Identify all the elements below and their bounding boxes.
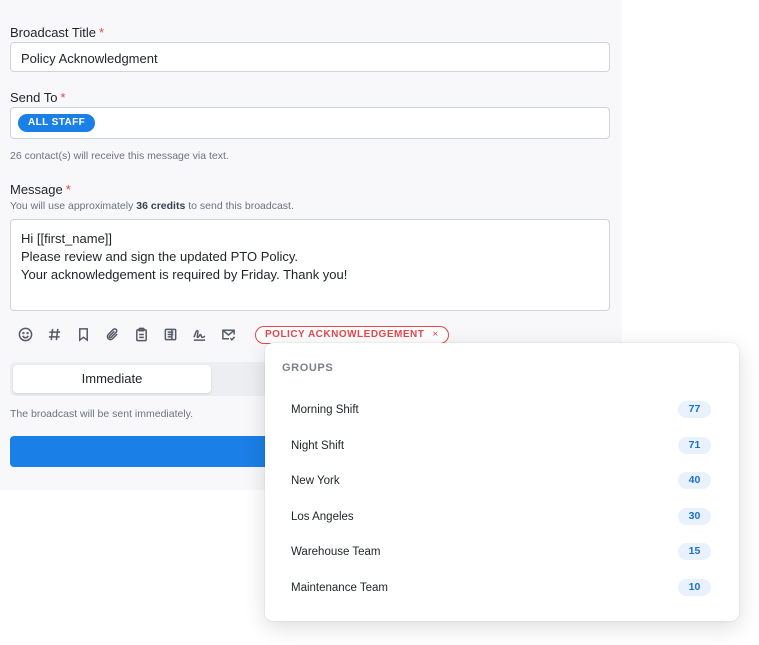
group-name: Morning Shift — [291, 404, 359, 416]
groups-header: GROUPS — [282, 362, 334, 374]
broadcast-title-input[interactable]: Policy Acknowledgment — [10, 42, 610, 72]
emoji-icon[interactable] — [16, 325, 34, 343]
group-item[interactable]: Los Angeles 30 — [265, 500, 739, 535]
message-line: Your acknowledgement is required by Frid… — [21, 267, 348, 282]
group-name: Los Angeles — [291, 511, 354, 523]
clipboard-icon[interactable] — [132, 325, 150, 343]
tag-label: POLICY ACKNOWLEDGEMENT — [265, 329, 425, 340]
group-item[interactable]: Morning Shift 77 — [265, 393, 739, 428]
title-label: Broadcast Title * — [10, 25, 105, 40]
groups-dropdown: GROUPS Morning Shift 77 Night Shift 71 N… — [265, 343, 739, 621]
group-name: Night Shift — [291, 440, 345, 452]
hash-icon[interactable] — [45, 325, 63, 343]
group-count-badge: 15 — [678, 543, 711, 560]
all-staff-chip[interactable]: ALL STAFF — [18, 114, 96, 132]
attachment-icon[interactable] — [103, 325, 121, 343]
schedule-hint: The broadcast will be sent immediately. — [10, 408, 194, 420]
required-mark: * — [65, 182, 71, 197]
signature-icon[interactable] — [190, 325, 208, 343]
credits-value: 36 credits — [136, 200, 186, 212]
group-count-badge: 77 — [678, 401, 711, 418]
send-to-label: Send To * — [10, 90, 66, 105]
group-name: Warehouse Team — [291, 546, 381, 558]
required-mark: * — [99, 25, 105, 40]
message-label: Message * — [10, 182, 71, 197]
group-item[interactable]: New York 40 — [265, 464, 739, 499]
remove-tag-icon[interactable]: × — [432, 329, 438, 340]
bookmark-icon[interactable] — [74, 325, 92, 343]
policy-acknowledgement-tag[interactable]: POLICY ACKNOWLEDGEMENT × — [255, 326, 449, 344]
mail-check-icon[interactable] — [219, 325, 237, 343]
group-item[interactable]: Warehouse Team 15 — [265, 535, 739, 570]
send-to-field[interactable]: ALL STAFF — [10, 107, 610, 139]
group-name: Maintenance Team — [291, 582, 388, 594]
title-value: Policy Acknowledgment — [21, 51, 158, 66]
recipients-hint: 26 contact(s) will receive this message … — [10, 150, 229, 162]
message-line: Hi [[first_name]] — [21, 231, 113, 246]
message-line: Please review and sign the updated PTO P… — [21, 249, 299, 264]
group-count-badge: 30 — [678, 508, 711, 525]
group-count-badge: 10 — [678, 579, 711, 596]
group-item[interactable]: Night Shift 71 — [265, 429, 739, 464]
group-name: New York — [291, 475, 340, 487]
group-item[interactable]: Maintenance Team 10 — [265, 571, 739, 606]
immediate-option[interactable]: Immediate — [13, 365, 211, 393]
group-count-badge: 71 — [678, 437, 711, 454]
group-count-badge: 40 — [678, 472, 711, 489]
form-icon[interactable] — [161, 325, 179, 343]
required-mark: * — [60, 90, 66, 105]
credits-hint: You will use approximately 36 credits to… — [10, 200, 294, 212]
message-textarea[interactable]: Hi [[first_name]] Please review and sign… — [10, 219, 610, 311]
